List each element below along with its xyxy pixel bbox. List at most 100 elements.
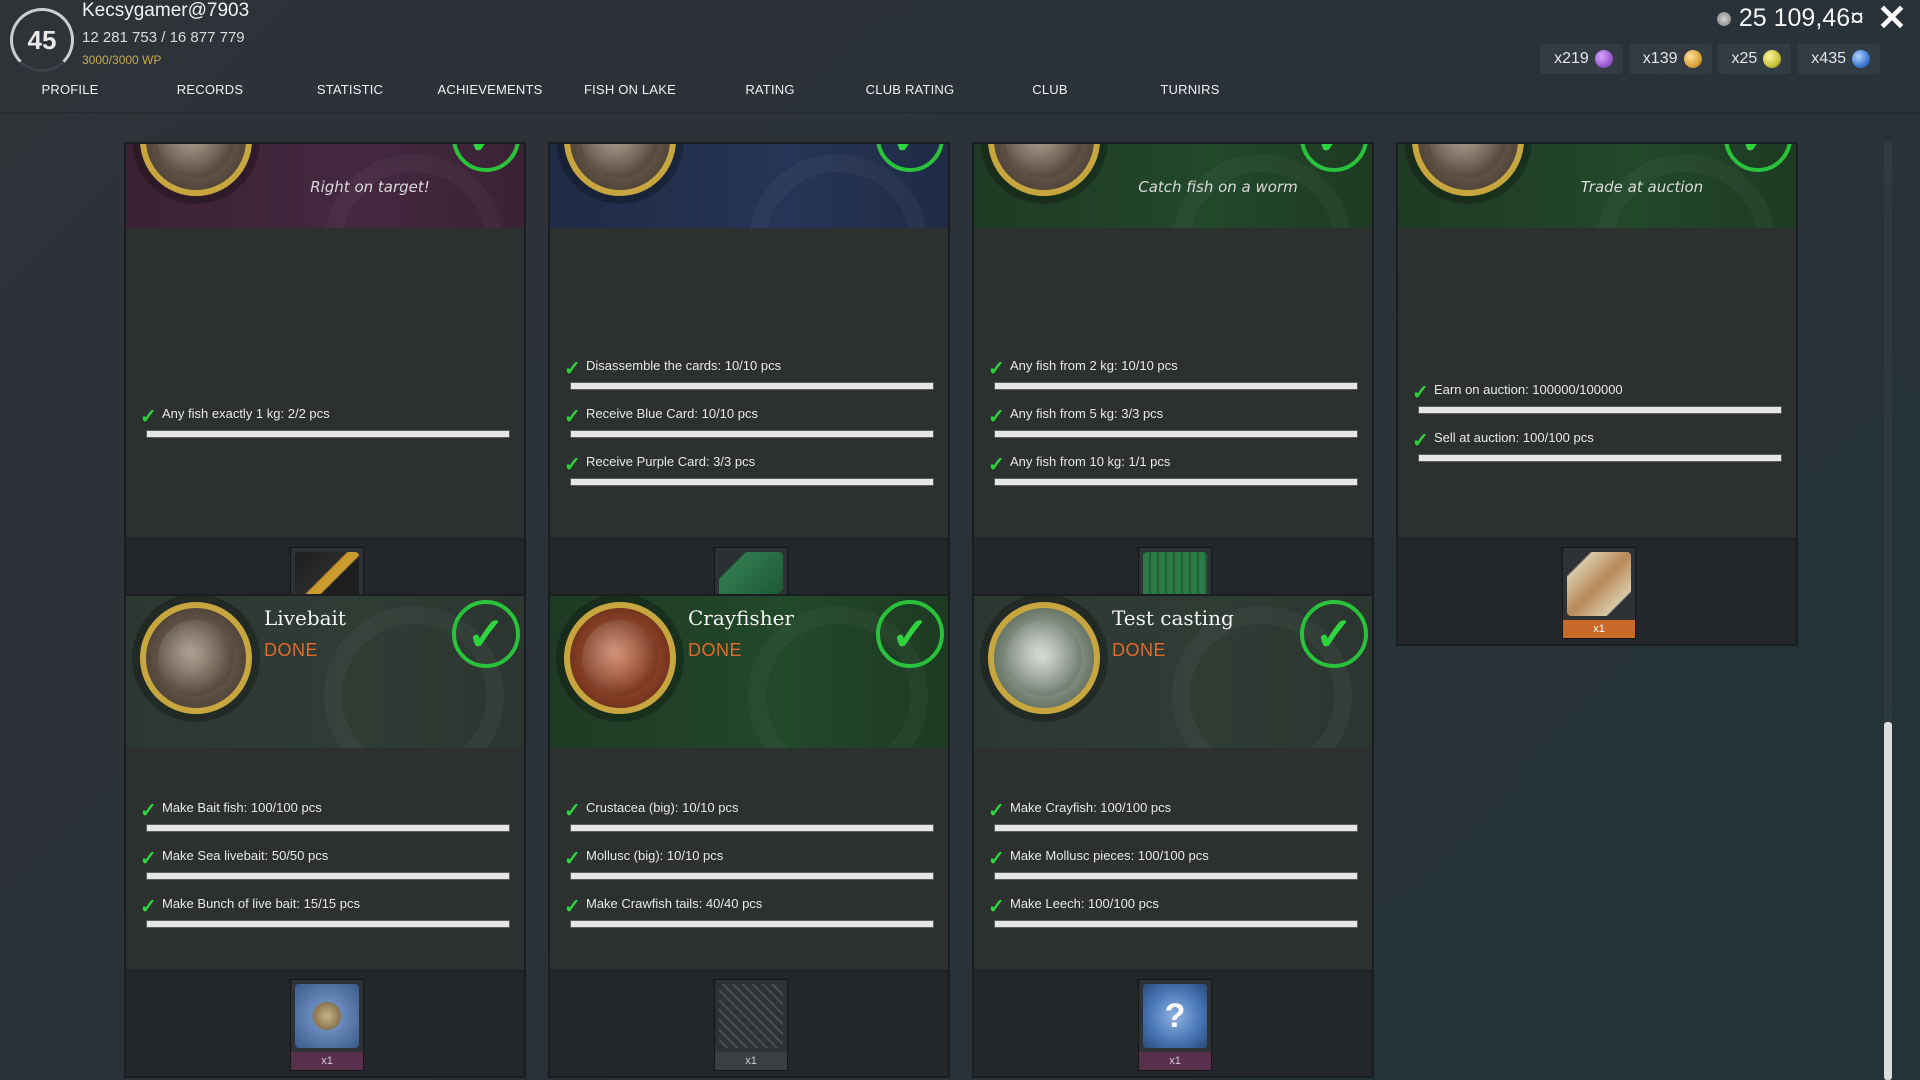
card-banner: Test casting DONE ✓ xyxy=(974,596,1372,748)
task-list: ✓ Any fish from 2 kg: 10/10 pcs ✓ Any fi… xyxy=(974,228,1372,538)
check-icon: ✓ xyxy=(140,896,157,918)
task-progress-bar xyxy=(994,478,1358,486)
currency-bar: x219 x139 x25 x435 xyxy=(1540,44,1880,74)
card-banner: ✓ Right on target! xyxy=(126,144,524,228)
achievement-card-crayfisher[interactable]: Crayfisher DONE ✓ ✓ Crustacea (big): 10/… xyxy=(548,594,950,1078)
money-balance: 25 109,46¤ xyxy=(1716,4,1864,33)
currency-blue-globes: x435 xyxy=(1797,44,1880,74)
livebait-medal-icon xyxy=(140,602,252,714)
task-label: Receive Blue Card: 10/10 pcs xyxy=(586,406,758,421)
task-label: Make Crayfish: 100/100 pcs xyxy=(1010,800,1172,815)
task-progress-bar xyxy=(1418,454,1782,462)
top-header: 45 Kecsygamer@7903 12 281 753 / 16 877 7… xyxy=(0,0,1920,112)
scrollbar-thumb[interactable] xyxy=(1884,722,1892,1080)
task-progress-fill xyxy=(1419,407,1781,413)
task-label: Mollusc (big): 10/10 pcs xyxy=(586,848,724,863)
check-icon: ✓ xyxy=(1412,382,1429,404)
check-icon: ✓ xyxy=(140,848,157,870)
task-progress-fill xyxy=(571,479,933,485)
task-label: Earn on auction: 100000/100000 xyxy=(1434,382,1623,397)
check-icon: ✓ xyxy=(564,800,581,822)
reward-item[interactable]: ? x1 xyxy=(1138,979,1212,1071)
task-label: Make Bunch of live bait: 15/15 pcs xyxy=(162,896,361,911)
task-progress-fill xyxy=(1419,455,1781,461)
task-label: Receive Purple Card: 3/3 pcs xyxy=(586,454,756,469)
card-banner: Crayfisher DONE ✓ xyxy=(550,596,948,748)
casting-net-medal-icon xyxy=(988,602,1100,714)
silver-coin-icon xyxy=(1716,11,1731,26)
task-label: Any fish from 5 kg: 3/3 pcs xyxy=(1010,406,1164,421)
achievement-card[interactable]: ✓ Trade at auction ✓ Earn on auction: 10… xyxy=(1396,142,1798,646)
crayfish-net-icon xyxy=(719,984,783,1048)
reward-slot: x1 xyxy=(126,970,524,1076)
task-progress-bar xyxy=(146,920,510,928)
achievement-card-test-casting[interactable]: Test casting DONE ✓ ✓ Make Crayfish: 100… xyxy=(972,594,1374,1078)
task-progress-fill xyxy=(995,479,1357,485)
task-progress-bar xyxy=(570,478,934,486)
card-banner: ✓ Catch fish on a worm xyxy=(974,144,1372,228)
task-label: Make Leech: 100/100 pcs xyxy=(1010,896,1159,911)
achievement-status: DONE xyxy=(264,640,319,660)
task-progress-fill xyxy=(147,921,509,927)
nav-fish-on-lake[interactable]: FISH ON LAKE xyxy=(560,82,700,108)
reward-item[interactable]: x1 xyxy=(714,979,788,1071)
money-voucher-icon xyxy=(1567,552,1631,616)
task-list: ✓ Any fish exactly 1 kg: 2/2 pcs xyxy=(126,228,524,538)
task-progress-fill xyxy=(995,431,1357,437)
check-icon: ✓ xyxy=(564,358,581,380)
nav-club[interactable]: CLUB xyxy=(980,82,1120,108)
task-progress-fill xyxy=(995,825,1357,831)
check-icon: ✓ xyxy=(140,406,157,428)
player-experience: 12 281 753 / 16 877 779 xyxy=(82,29,245,46)
currency-yellow-tokens: x25 xyxy=(1717,44,1792,74)
task-list: ✓ Make Bait fish: 100/100 pcs ✓ Make Sea… xyxy=(126,748,524,970)
task-progress-bar xyxy=(994,382,1358,390)
completed-check-icon: ✓ xyxy=(1300,600,1368,668)
nav-club-rating[interactable]: CLUB RATING xyxy=(840,82,980,108)
scrollbar[interactable] xyxy=(1884,142,1892,1080)
nav-achievements[interactable]: ACHIEVEMENTS xyxy=(420,82,560,108)
achievement-card[interactable]: ✓ Catch fish on a worm ✓ Any fish from 2… xyxy=(972,142,1374,646)
money-amount: 25 109,46¤ xyxy=(1738,4,1864,32)
achievement-status: DONE xyxy=(1112,640,1167,660)
check-icon: ✓ xyxy=(564,406,581,428)
close-icon[interactable]: ✕ xyxy=(1872,0,1912,36)
completed-check-icon: ✓ xyxy=(876,600,944,668)
achievement-card[interactable]: ✓ ✓ Disassemble the cards: 10/10 pcs ✓ R… xyxy=(548,142,950,646)
task-progress-fill xyxy=(147,431,509,437)
task-label: Any fish exactly 1 kg: 2/2 pcs xyxy=(162,406,330,421)
reward-quantity: x1 xyxy=(715,1052,787,1070)
reward-item[interactable]: x1 xyxy=(1562,547,1636,639)
task-progress-fill xyxy=(571,825,933,831)
task-label: Make Bait fish: 100/100 pcs xyxy=(162,800,322,815)
task-list: ✓ Make Crayfish: 100/100 pcs ✓ Make Moll… xyxy=(974,748,1372,970)
fish-lure-icon xyxy=(295,984,359,1048)
task-list: ✓ Crustacea (big): 10/10 pcs ✓ Mollusc (… xyxy=(550,748,948,970)
nav-records[interactable]: RECORDS xyxy=(140,82,280,108)
task-progress-bar xyxy=(570,824,934,832)
task-list: ✓ Earn on auction: 100000/100000 ✓ Sell … xyxy=(1398,228,1796,538)
nav-turnirs[interactable]: TURNIRS xyxy=(1120,82,1260,108)
task-label: Crustacea (big): 10/10 pcs xyxy=(586,800,739,815)
task-progress-fill xyxy=(571,921,933,927)
card-subtitle: Trade at auction xyxy=(1580,178,1704,196)
task-progress-bar xyxy=(1418,406,1782,414)
crayfish-medal-icon xyxy=(564,602,676,714)
task-progress-fill xyxy=(147,825,509,831)
check-icon: ✓ xyxy=(988,800,1005,822)
main-nav: PROFILE RECORDS STATISTIC ACHIEVEMENTS F… xyxy=(0,82,1260,108)
nav-rating[interactable]: RATING xyxy=(700,82,840,108)
nav-statistic[interactable]: STATISTIC xyxy=(280,82,420,108)
nav-profile[interactable]: PROFILE xyxy=(0,82,140,108)
achievement-title: Crayfisher xyxy=(688,606,794,630)
achievement-card-livebait[interactable]: Livebait DONE ✓ ✓ Make Bait fish: 100/10… xyxy=(124,594,526,1078)
card-banner: ✓ xyxy=(550,144,948,228)
player-wp: 3000/3000 WP xyxy=(82,53,162,67)
task-progress-bar xyxy=(146,872,510,880)
reward-item[interactable]: x1 xyxy=(290,979,364,1071)
task-progress-fill xyxy=(571,431,933,437)
check-icon: ✓ xyxy=(988,454,1005,476)
reward-quantity: x1 xyxy=(291,1052,363,1070)
achievement-card[interactable]: ✓ Right on target! ✓ Any fish exactly 1 … xyxy=(124,142,526,646)
achievements-grid[interactable]: ✓ Right on target! ✓ Any fish exactly 1 … xyxy=(0,142,1880,1080)
